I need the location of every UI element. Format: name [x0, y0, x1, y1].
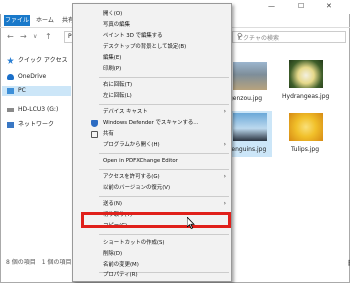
thumbnail: [289, 60, 323, 88]
file-item[interactable]: Tulips.jpg: [285, 111, 327, 157]
menu-item-share[interactable]: 共有: [73, 129, 231, 139]
menu-item-give-access[interactable]: アクセスを許可する(G) ›: [73, 172, 231, 182]
menu-item-create-shortcut[interactable]: ショートカットの作成(S): [73, 238, 231, 248]
sidebar-item-onedrive[interactable]: OneDrive: [7, 72, 46, 82]
file-item[interactable]: Hydrangeas.jpg: [282, 60, 330, 108]
file-name: Hydrangeas.jpg: [282, 93, 330, 100]
sidebar-item-pc[interactable]: PC: [2, 86, 71, 96]
thumbnail: [233, 62, 267, 90]
file-item-selected[interactable]: Penguins.jpg: [228, 111, 272, 157]
sidebar-item-hd-lcu3[interactable]: HD-LCU3 (G:): [7, 105, 58, 115]
mouse-cursor-icon: [187, 217, 195, 229]
file-name: Tulips.jpg: [291, 146, 320, 153]
menu-item-set-background[interactable]: デスクトップの背景として設定(B): [73, 42, 231, 52]
sidebar-item-label: OneDrive: [18, 73, 47, 80]
menu-item-open-with[interactable]: プログラムから開く(H) ›: [73, 140, 231, 150]
network-icon: [7, 121, 14, 128]
file-name: genzou.jpg: [229, 95, 263, 102]
maximize-icon[interactable]: ☐: [298, 2, 304, 10]
star-icon: [7, 57, 14, 64]
file-name: Penguins.jpg: [228, 146, 267, 153]
shield-icon: [91, 120, 98, 127]
menu-item-send-to[interactable]: 送る(N) ›: [73, 199, 231, 209]
menu-separator: [99, 234, 229, 235]
menu-item-properties[interactable]: プロパティ(R): [73, 270, 231, 280]
chevron-down-icon[interactable]: ∨: [33, 33, 37, 40]
search-icon: ⚲: [237, 32, 243, 40]
submenu-arrow-icon: ›: [223, 141, 226, 148]
menu-item-defender-scan[interactable]: Windows Defender でスキャンする...: [73, 118, 231, 128]
back-arrow-icon[interactable]: ←: [7, 32, 14, 41]
menu-item-cast-to-device[interactable]: デバイス キャスト ›: [73, 107, 231, 117]
tab-file[interactable]: ファイル: [4, 15, 30, 26]
thumbnail: [289, 113, 323, 141]
computer-icon: [7, 87, 14, 94]
forward-arrow-icon[interactable]: →: [20, 32, 27, 41]
sidebar-item-quick-access[interactable]: クイック アクセス: [7, 56, 68, 66]
tab-home[interactable]: ホーム: [36, 15, 54, 26]
sidebar-item-label: ネットワーク: [18, 121, 55, 128]
minimize-icon[interactable]: —: [268, 2, 275, 10]
menu-item-open[interactable]: 開く(O): [73, 9, 231, 19]
sidebar-item-network[interactable]: ネットワーク: [7, 120, 54, 130]
sidebar-item-label: クイック アクセス: [18, 57, 68, 64]
menu-item-open-pdfxchange[interactable]: Open in PDFXChange Editor: [73, 156, 231, 166]
menu-item-rename[interactable]: 名前の変更(M): [73, 260, 231, 270]
menu-item-edit[interactable]: 編集(E): [73, 53, 231, 63]
submenu-arrow-icon: ›: [223, 200, 226, 207]
drive-icon: [7, 107, 14, 112]
sidebar-item-label: PC: [18, 87, 26, 94]
menu-item-delete[interactable]: 削除(D): [73, 249, 231, 259]
menu-separator: [99, 169, 229, 170]
navigation-pane: クイック アクセス OneDrive PC HD-LCU3 (G:) ネットワー…: [0, 48, 71, 238]
menu-item-print[interactable]: 印刷(P): [73, 64, 231, 74]
up-arrow-icon[interactable]: ↑: [45, 32, 52, 41]
context-menu: 開く(O) 写真の編集 ペイント 3D で編集する デスクトップの背景として設定…: [72, 3, 232, 282]
sidebar-item-label: HD-LCU3 (G:): [18, 106, 59, 113]
menu-item-rotate-left[interactable]: 左に回転(L): [73, 91, 231, 101]
menu-item-restore-previous[interactable]: 以前のバージョンの復元(V): [73, 183, 231, 193]
cloud-icon: [7, 73, 14, 80]
close-icon[interactable]: ✕: [326, 2, 332, 10]
file-item[interactable]: genzou.jpg: [229, 62, 270, 108]
menu-item-edit-photo[interactable]: 写真の編集: [73, 20, 231, 30]
search-input[interactable]: ピクチャの検索 ⚲: [232, 31, 346, 43]
submenu-arrow-icon: ›: [223, 173, 226, 180]
menu-separator: [99, 153, 229, 154]
menu-separator: [99, 196, 229, 197]
menu-separator: [99, 77, 229, 78]
copy-highlight-box: [81, 212, 231, 228]
menu-item-paint3d[interactable]: ペイント 3D で編集する: [73, 31, 231, 41]
submenu-arrow-icon: ›: [223, 108, 226, 115]
menu-separator: [99, 104, 229, 105]
thumbnail: [233, 113, 267, 141]
menu-item-rotate-right[interactable]: 右に回転(T): [73, 80, 231, 90]
share-icon: [91, 131, 98, 138]
